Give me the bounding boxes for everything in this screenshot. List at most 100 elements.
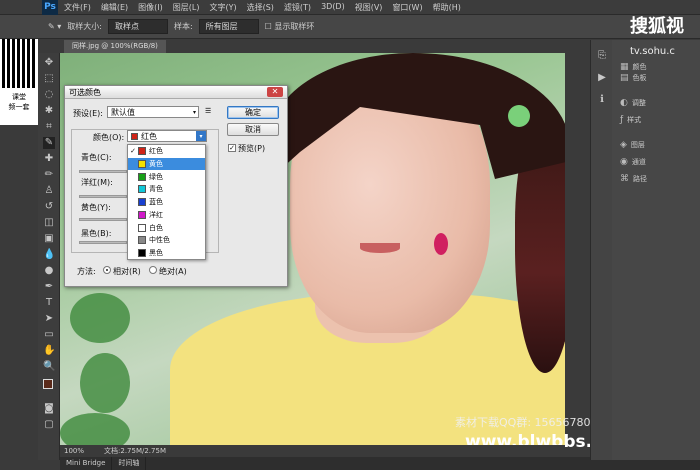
color-option[interactable]: 中性色	[128, 234, 205, 247]
menu-item[interactable]: 3D(D)	[321, 2, 345, 13]
options-bar: ✎ ▾ 取样大小: 取样点 样本: 所有图层 ☐ 显示取样环	[0, 15, 700, 39]
relative-radio[interactable]	[103, 266, 111, 274]
history-panel-icon[interactable]: ⎘	[596, 50, 608, 62]
dialog-title: 可选颜色	[65, 86, 287, 99]
document-tab[interactable]: 同样.jpg @ 100%(RGB/8)	[64, 40, 166, 53]
adjustments-panel-icon: ◐	[620, 98, 628, 108]
info-panel-icon[interactable]: ℹ	[596, 94, 608, 106]
pen-tool-icon[interactable]: ✒	[43, 281, 55, 293]
color-option[interactable]: 黑色	[128, 247, 205, 260]
tab-mini-bridge[interactable]: Mini Bridge	[60, 457, 113, 470]
sohu-logo-watermark: 搜狐视	[630, 16, 684, 37]
sohu-url-watermark: tv.sohu.c	[630, 46, 675, 57]
clone-stamp-tool-icon[interactable]: ♙	[43, 185, 55, 197]
preset-label: 预设(E):	[73, 109, 103, 118]
chevron-down-icon[interactable]: ▾	[196, 131, 206, 141]
preset-select[interactable]: 默认值 ▾	[107, 106, 199, 118]
color-panel-icon: ▦	[620, 62, 629, 72]
menu-item[interactable]: 滤镜(T)	[284, 2, 311, 13]
panel-item-paths[interactable]: ⌘ 路径	[620, 174, 647, 184]
dodge-tool-icon[interactable]: ●	[43, 265, 55, 277]
yellow-slider[interactable]	[79, 218, 127, 221]
show-ring-checkbox[interactable]: ☐ 显示取样环	[265, 21, 315, 32]
zoom-level[interactable]: 100%	[64, 445, 84, 457]
color-option[interactable]: 白色	[128, 221, 205, 234]
color-option[interactable]: 黄色	[128, 157, 205, 171]
sample-select[interactable]: 所有图层	[198, 19, 259, 34]
color-option[interactable]: ✓ 红色	[128, 145, 205, 158]
panel-item-styles[interactable]: ƒ 样式	[620, 115, 641, 125]
preview-checkbox[interactable]: ✓	[228, 144, 236, 152]
cancel-button[interactable]: 取消	[227, 123, 279, 136]
colors-label: 颜色(O):	[93, 133, 125, 142]
shape-tool-icon[interactable]: ▭	[43, 329, 55, 341]
eyedropper-tool-icon[interactable]: ✎ ▾	[48, 22, 61, 31]
qr-text: 课堂 频一套	[8, 93, 30, 111]
menu-item[interactable]: 图像(I)	[138, 2, 163, 13]
eraser-tool-icon[interactable]: ◫	[43, 217, 55, 229]
quick-mask-icon[interactable]: ◙	[43, 403, 55, 415]
cyan-slider[interactable]	[79, 170, 127, 173]
panel-item-channels[interactable]: ◉ 通道	[620, 157, 646, 167]
color-option-label: 黄色	[149, 160, 163, 169]
close-icon[interactable]: ✕	[267, 87, 283, 97]
menu-item[interactable]: 视图(V)	[355, 2, 383, 13]
menu-item[interactable]: 窗口(W)	[392, 2, 422, 13]
preview-label: 预览(P)	[238, 144, 266, 153]
check-icon: ✓	[130, 147, 136, 156]
history-brush-tool-icon[interactable]: ↺	[43, 201, 55, 213]
brush-tool-icon[interactable]: ✏	[43, 169, 55, 181]
path-selection-tool-icon[interactable]: ➤	[43, 313, 55, 325]
magenta-slider[interactable]	[79, 195, 127, 198]
absolute-radio[interactable]	[149, 266, 157, 274]
color-option[interactable]: 蓝色	[128, 196, 205, 209]
black-slider[interactable]	[79, 241, 127, 244]
blur-tool-icon[interactable]: 💧	[43, 249, 55, 261]
crop-tool-icon[interactable]: ⌗	[43, 121, 55, 133]
method-label: 方法:	[77, 267, 96, 276]
panel-item-color[interactable]: ▦ 颜色	[620, 62, 647, 72]
screen-mode-icon[interactable]: ▢	[43, 419, 55, 431]
color-option-label: 洋红	[149, 210, 163, 219]
move-tool-icon[interactable]: ✥	[43, 57, 55, 69]
zoom-tool-icon[interactable]: 🔍	[43, 361, 55, 373]
panel-item-swatches[interactable]: ▤ 色板	[620, 73, 647, 83]
relative-label: 相对(R)	[113, 267, 141, 276]
actions-panel-icon[interactable]: ▶	[596, 72, 608, 84]
menu-item[interactable]: 选择(S)	[247, 2, 274, 13]
menu-item[interactable]: 图层(L)	[173, 2, 200, 13]
color-option-label: 白色	[149, 223, 163, 232]
gradient-tool-icon[interactable]: ▣	[43, 233, 55, 245]
sample-size-select[interactable]: 取样点	[107, 19, 168, 34]
color-option[interactable]: 绿色	[128, 170, 205, 183]
panel-dock-strip: ⎘ ▶ ℹ	[590, 40, 612, 460]
color-option[interactable]: 青色	[128, 183, 205, 196]
tab-timeline[interactable]: 时间轴	[112, 457, 147, 470]
menu-bar: Ps 文件(F) 编辑(E) 图像(I) 图层(L) 文字(Y) 选择(S) 滤镜(T) 3D…	[0, 0, 700, 15]
preset-options-icon[interactable]: ☰	[205, 107, 211, 115]
paths-panel-icon: ⌘	[620, 174, 629, 184]
menu-item[interactable]: 文字(Y)	[209, 2, 236, 13]
panel-item-adjustments[interactable]: ◐ 调整	[620, 98, 646, 108]
menu-item[interactable]: 编辑(E)	[101, 2, 128, 13]
quick-select-tool-icon[interactable]: ✱	[43, 105, 55, 117]
color-option-label: 黑色	[149, 248, 163, 257]
color-swatch	[138, 160, 146, 169]
type-tool-icon[interactable]: T	[43, 297, 55, 309]
lasso-tool-icon[interactable]: ◌	[43, 89, 55, 101]
red-swatch	[131, 133, 138, 140]
color-option[interactable]: 洋红	[128, 209, 205, 222]
color-option-label: 中性色	[149, 236, 170, 245]
menu-item[interactable]: 帮助(H)	[433, 2, 461, 13]
panel-item-layers[interactable]: ◈ 图层	[620, 140, 645, 150]
marquee-tool-icon[interactable]: ⬚	[43, 73, 55, 85]
menu-item[interactable]: 文件(F)	[64, 2, 91, 13]
hand-tool-icon[interactable]: ✋	[43, 345, 55, 357]
colors-select[interactable]: 红色 ▾	[127, 130, 207, 142]
swatches-panel-icon: ▤	[620, 73, 629, 83]
styles-panel-icon: ƒ	[620, 115, 624, 125]
foreground-color-swatch[interactable]	[43, 379, 53, 389]
ok-button[interactable]: 确定	[227, 106, 279, 119]
healing-brush-tool-icon[interactable]: ✚	[43, 153, 55, 165]
eyedropper-tool-icon[interactable]: ✎	[43, 137, 55, 149]
